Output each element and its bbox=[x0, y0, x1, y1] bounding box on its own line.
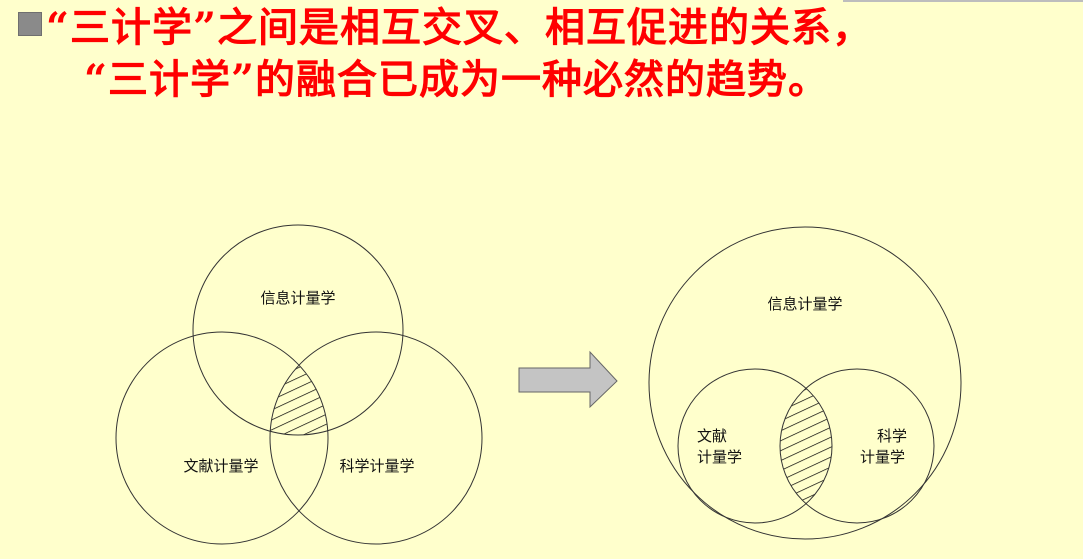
right-circle-label: 科学计量学 bbox=[339, 457, 414, 475]
venn-diagrams: 信息计量学 文献计量学 科学计量学 信息计量学 文献 计量学 科学 计量学 bbox=[115, 224, 962, 545]
triple-overlap-hatch bbox=[270, 332, 328, 435]
inner-right-label-line-2: 计量学 bbox=[860, 448, 905, 466]
left-venn: 信息计量学 文献计量学 科学计量学 bbox=[115, 224, 483, 545]
inner-left-label-line-2: 计量学 bbox=[697, 448, 742, 466]
right-arrow-icon bbox=[518, 350, 618, 409]
inner-left-label-line-1: 文献 bbox=[697, 427, 727, 445]
left-circle bbox=[115, 331, 329, 545]
inner-right-label-line-1: 科学 bbox=[877, 427, 907, 445]
overlap-hatch bbox=[780, 369, 832, 523]
outer-circle-label: 信息计量学 bbox=[767, 295, 842, 313]
left-circle-label: 文献计量学 bbox=[183, 457, 258, 475]
top-circle-label: 信息计量学 bbox=[260, 289, 335, 307]
right-circle bbox=[269, 331, 483, 545]
right-venn: 信息计量学 文献 计量学 科学 计量学 bbox=[648, 226, 962, 540]
